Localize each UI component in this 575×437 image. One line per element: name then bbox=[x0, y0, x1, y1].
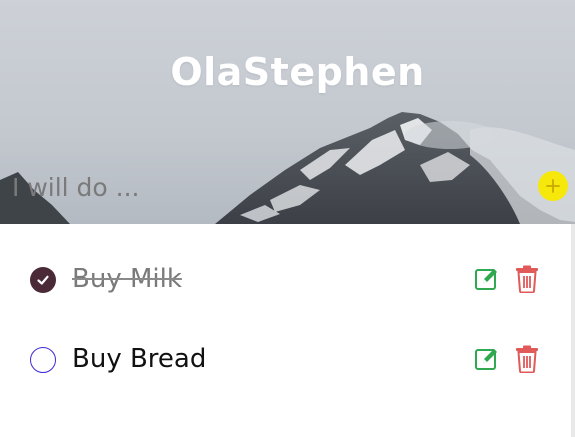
toggle-complete-checkbox[interactable] bbox=[30, 267, 56, 293]
scrollbar[interactable] bbox=[571, 224, 575, 437]
todo-list: Buy Milk Buy Bread bbox=[0, 224, 571, 437]
todo-text: Buy Bread bbox=[72, 344, 207, 374]
new-todo-input[interactable] bbox=[12, 168, 512, 206]
todo-text: Buy Milk bbox=[72, 264, 182, 294]
todo-app: OlaStephen Buy Milk bbox=[0, 0, 575, 437]
edit-icon[interactable] bbox=[474, 346, 500, 372]
toggle-complete-checkbox[interactable] bbox=[30, 347, 56, 373]
trash-icon[interactable] bbox=[515, 265, 539, 293]
app-title: OlaStephen bbox=[170, 50, 425, 94]
edit-icon[interactable] bbox=[474, 266, 500, 292]
todo-item: Buy Milk bbox=[0, 250, 571, 310]
header-banner: OlaStephen bbox=[0, 0, 575, 224]
trash-icon[interactable] bbox=[515, 345, 539, 373]
add-todo-button[interactable] bbox=[538, 171, 568, 201]
checkmark-icon bbox=[37, 275, 49, 285]
plus-icon bbox=[546, 179, 560, 193]
todo-item: Buy Bread bbox=[0, 330, 571, 390]
